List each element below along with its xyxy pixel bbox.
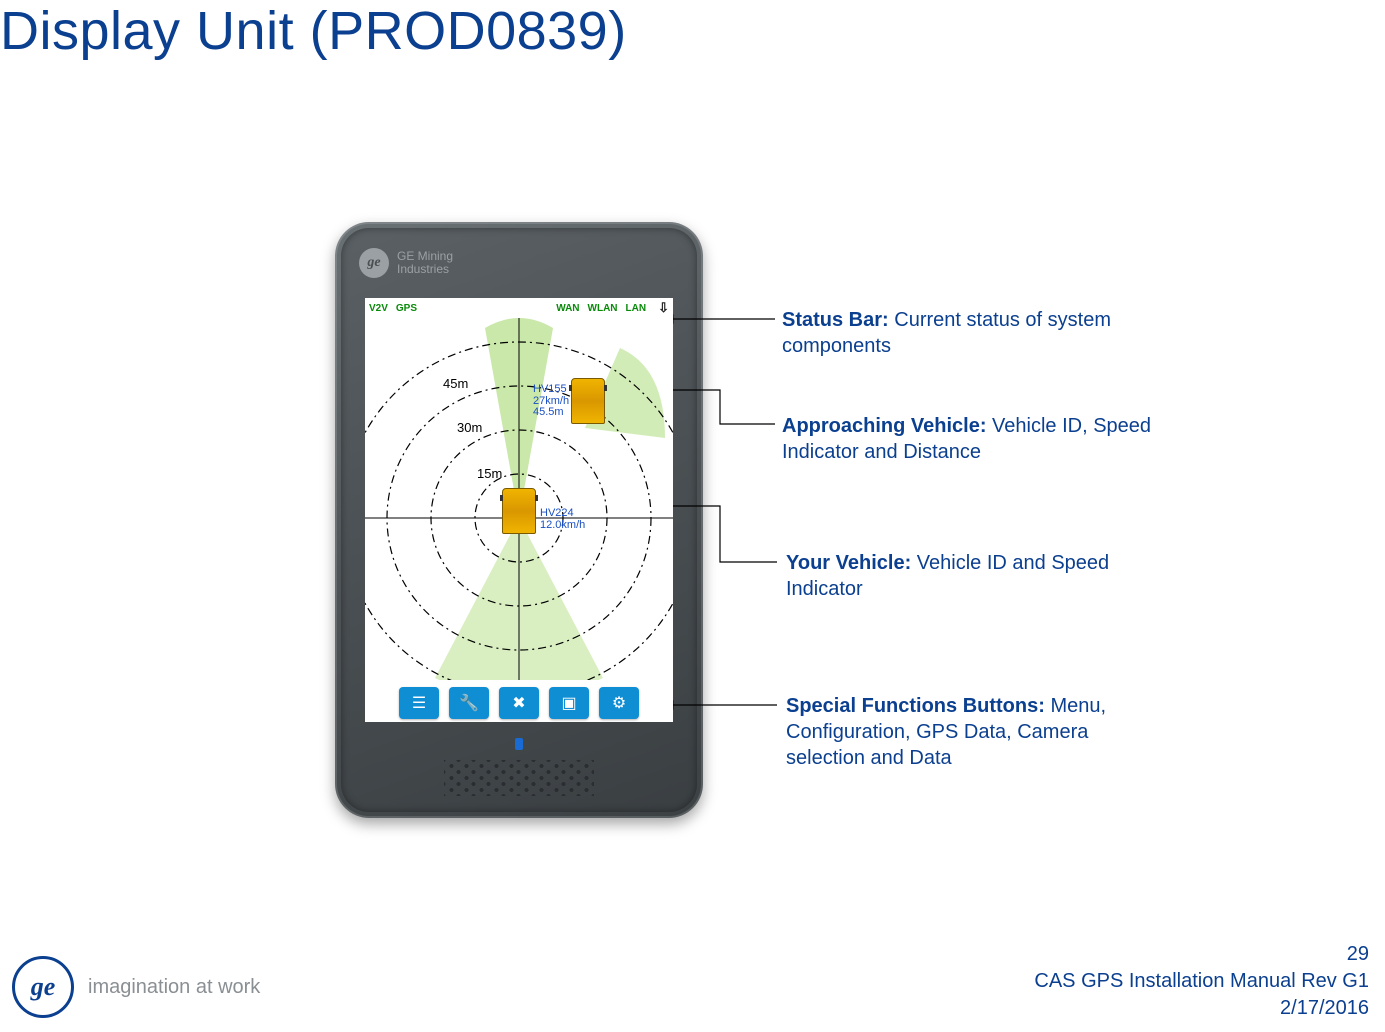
menu-icon: ☰ — [412, 693, 426, 713]
gps-data-button[interactable]: ✖ — [499, 687, 539, 719]
annotation-your-vehicle: Your Vehicle: Vehicle ID and Speed Indic… — [786, 550, 1166, 602]
gear-icon: ⚙ — [612, 693, 626, 713]
function-buttons-row: ☰ 🔧 ✖ ▣ ⚙ — [365, 680, 673, 722]
footer-meta: 29 CAS GPS Installation Manual Rev G1 2/… — [1034, 941, 1369, 1022]
device-brand: ge GE Mining Industries — [359, 248, 453, 278]
annotation-functions: Special Functions Buttons: Menu, Configu… — [786, 693, 1166, 771]
footer-tagline: imagination at work — [88, 976, 260, 999]
doc-title: CAS GPS Installation Manual Rev G1 — [1034, 968, 1369, 995]
status-wan: WAN — [556, 303, 579, 314]
ring-label-45: 45m — [443, 376, 468, 391]
page-number: 29 — [1034, 941, 1369, 968]
data-button[interactable]: ⚙ — [599, 687, 639, 719]
own-vehicle-info: HV224 12.0km/h — [540, 508, 585, 531]
radar-view: 45m 30m 15m HV155 27km/h 45.5m HV224 12.… — [365, 318, 673, 680]
ge-logo-small-icon: ge — [359, 248, 389, 278]
status-bar: V2V GPS WAN WLAN LAN ⇩ — [365, 298, 673, 318]
doc-date: 2/17/2016 — [1034, 995, 1369, 1022]
annotation-status-bar: Status Bar: Current status of system com… — [782, 307, 1162, 359]
ge-logo-icon: ge — [12, 956, 74, 1018]
camera-icon: ▣ — [561, 693, 576, 713]
page-title: Display Unit (PROD0839) — [0, 0, 627, 62]
config-button[interactable]: 🔧 — [449, 687, 489, 719]
camera-button[interactable]: ▣ — [549, 687, 589, 719]
brand-line2: Industries — [397, 263, 453, 276]
tools-icon: ✖ — [512, 693, 525, 713]
device-speaker-icon — [444, 760, 594, 796]
annotation-approaching: Approaching Vehicle: Vehicle ID, Speed I… — [782, 413, 1162, 465]
approaching-vehicle-icon — [571, 378, 605, 424]
ring-label-30: 30m — [457, 420, 482, 435]
menu-button[interactable]: ☰ — [399, 687, 439, 719]
display-unit-device: ge GE Mining Industries V2V GPS WAN WLAN… — [335, 222, 703, 818]
download-arrow-icon: ⇩ — [658, 300, 669, 316]
status-gps: GPS — [396, 303, 417, 314]
ring-label-15: 15m — [477, 466, 502, 481]
footer-logo-area: ge imagination at work — [12, 956, 260, 1018]
status-v2v: V2V — [369, 303, 388, 314]
approaching-vehicle-info: HV155 27km/h 45.5m — [533, 384, 569, 419]
status-lan: LAN — [626, 303, 647, 314]
device-screen: V2V GPS WAN WLAN LAN ⇩ — [365, 298, 673, 722]
wrench-icon: 🔧 — [459, 693, 479, 713]
status-wlan: WLAN — [588, 303, 618, 314]
device-led-icon — [515, 738, 523, 750]
own-vehicle-icon — [502, 488, 536, 534]
